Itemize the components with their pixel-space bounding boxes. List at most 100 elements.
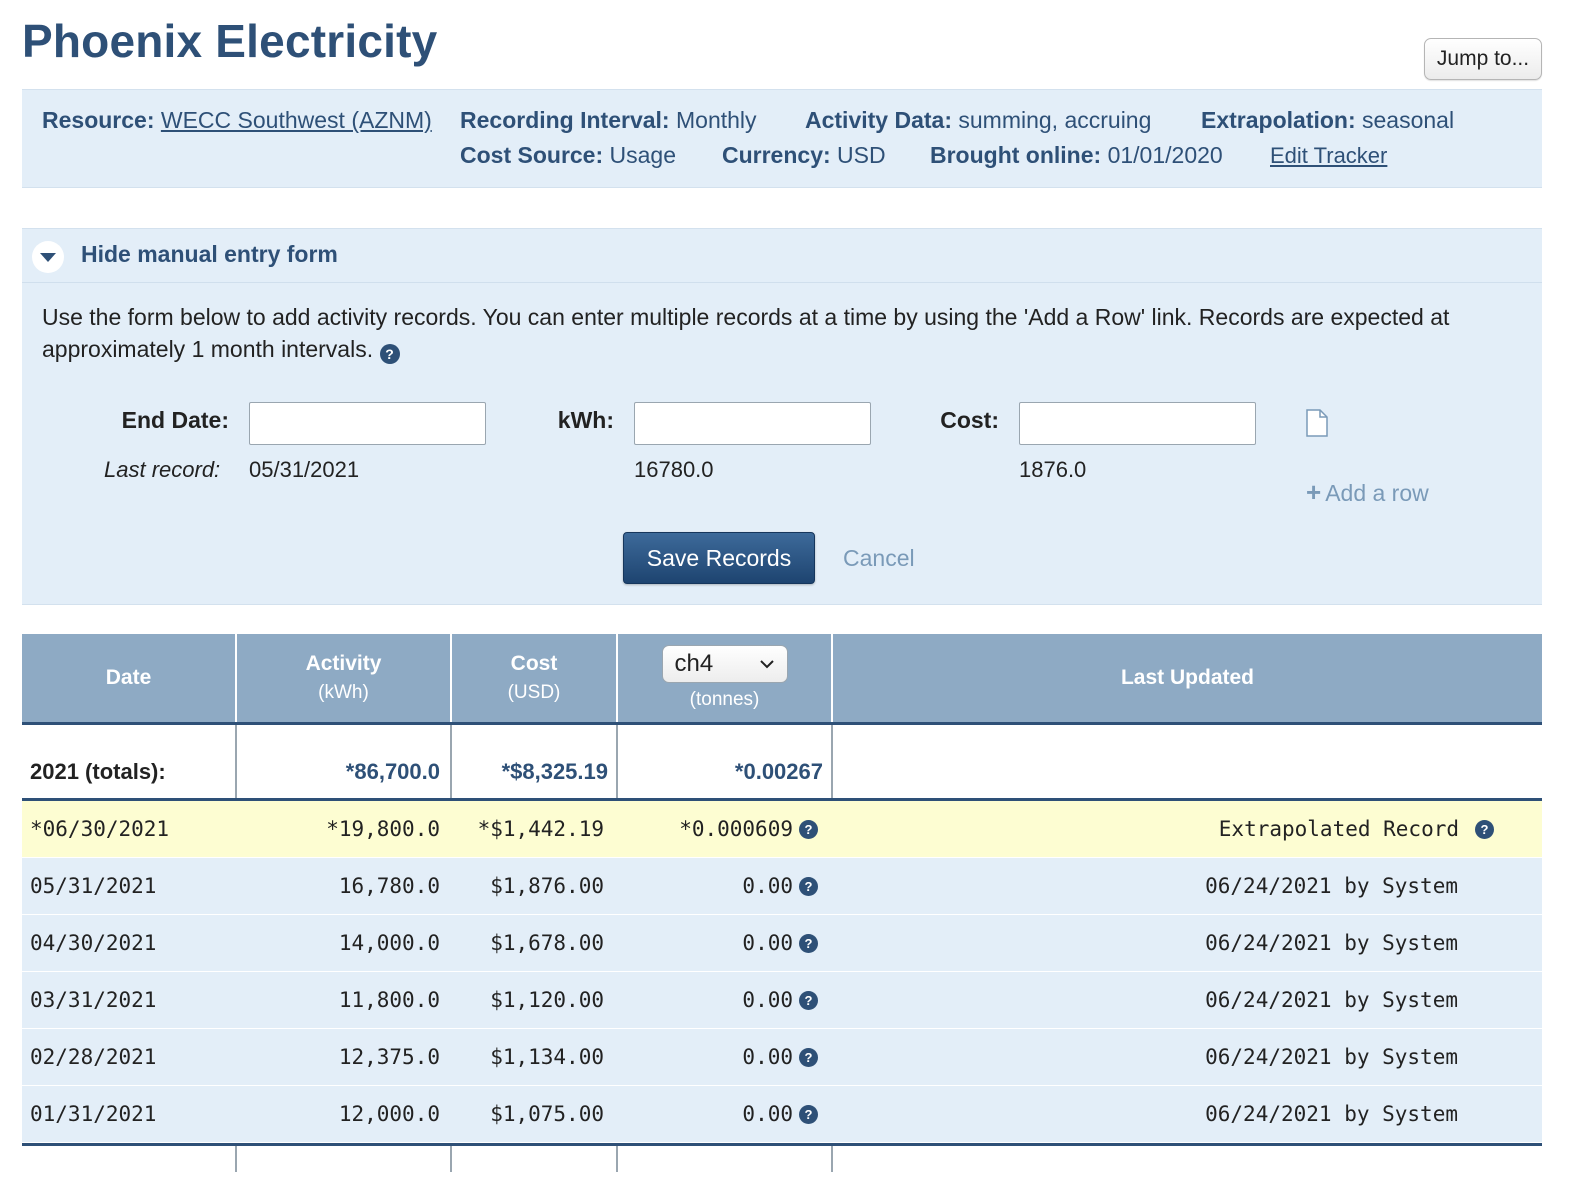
question-circle-icon[interactable]: ? — [799, 819, 818, 839]
meta-cost-source: Cost Source: Usage — [460, 142, 676, 169]
row-activity: 12,375.0 — [338, 1045, 440, 1069]
last-record-cost: 1876.0 — [1019, 457, 1087, 482]
row-gas: 0.00? — [742, 915, 818, 971]
caret-down-icon[interactable] — [32, 241, 64, 273]
cost-input[interactable] — [1019, 402, 1256, 445]
meta-interval-value: Monthly — [676, 107, 757, 133]
row-gas: *0.000609? — [679, 801, 818, 857]
row-gas-value: 0.00 — [742, 1045, 793, 1069]
row-cost: $1,120.00 — [490, 988, 604, 1012]
kwh-label: kWh: — [557, 407, 614, 433]
totals-gas: *0.00267 — [734, 759, 823, 784]
jump-to-button[interactable]: Jump to... — [1424, 38, 1542, 80]
meta-extrapolation: Extrapolation: seasonal — [1201, 107, 1454, 134]
meta-currency-value: USD — [837, 142, 886, 168]
resource-link[interactable]: WECC Southwest (AZNM) — [161, 107, 432, 133]
meta-currency: Currency: USD — [722, 142, 886, 169]
row-updated: 06/24/2021 by System — [1205, 931, 1458, 955]
table-row[interactable]: *06/30/2021 *19,800.0 *$1,442.19 *0.0006… — [22, 801, 1542, 858]
row-activity: 16,780.0 — [338, 874, 440, 898]
row-cost: $1,876.00 — [490, 874, 604, 898]
add-row-label: Add a row — [1325, 480, 1429, 506]
col-gas: ch4 (tonnes) — [618, 634, 831, 722]
table-row[interactable]: 02/28/2021 12,375.0 $1,134.00 0.00? 06/2… — [22, 1029, 1542, 1086]
table-row[interactable]: 05/31/2021 16,780.0 $1,876.00 0.00? 06/2… — [22, 858, 1542, 915]
question-circle-icon[interactable]: ? — [379, 344, 400, 364]
row-gas: 0.00? — [742, 1029, 818, 1085]
question-circle-icon[interactable]: ? — [1475, 819, 1494, 839]
meta-extrapolation-value: seasonal — [1362, 107, 1455, 133]
hide-entry-form-link[interactable]: Hide manual entry form — [81, 241, 338, 268]
col-divider — [616, 1146, 618, 1172]
cancel-link[interactable]: Cancel — [843, 545, 915, 572]
edit-tracker-link[interactable]: Edit Tracker — [1270, 143, 1387, 168]
save-records-button[interactable]: Save Records — [623, 532, 815, 584]
meta-online: Brought online: 01/01/2020 — [930, 142, 1223, 169]
totals-label: 2021 (totals): — [30, 759, 166, 784]
row-gas-value: 0.00 — [742, 1102, 793, 1126]
row-activity: 12,000.0 — [338, 1102, 440, 1126]
row-gas: 0.00? — [742, 858, 818, 914]
last-record-label: Last record: — [104, 457, 221, 482]
entry-description-text: Use the form below to add activity recor… — [42, 304, 1450, 362]
add-row-link[interactable]: + Add a row — [1306, 477, 1429, 508]
col-divider — [235, 634, 237, 722]
meta-activity-value: summing, accruing — [958, 107, 1152, 133]
row-activity: 14,000.0 — [338, 931, 440, 955]
cost-label: Cost: — [940, 407, 999, 433]
totals-row: 2021 (totals): *86,700.0 *$8,325.19 *0.0… — [22, 725, 1542, 801]
row-date: 03/31/2021 — [30, 988, 157, 1012]
row-updated: 06/24/2021 by System — [1205, 1102, 1458, 1126]
meta-currency-label: Currency: — [722, 142, 831, 168]
col-last-updated: Last Updated — [833, 634, 1542, 722]
meta-online-value: 01/01/2020 — [1107, 142, 1223, 168]
col-cost-unit: (USD) — [507, 682, 561, 703]
row-date: 04/30/2021 — [30, 931, 157, 955]
row-cost: $1,075.00 — [490, 1102, 604, 1126]
table-row[interactable]: 03/31/2021 11,800.0 $1,120.00 0.00? 06/2… — [22, 972, 1542, 1029]
col-last-updated-label: Last Updated — [1120, 666, 1254, 689]
meta-extrapolation-label: Extrapolation: — [1201, 107, 1356, 133]
meta-cost-source-label: Cost Source: — [460, 142, 604, 168]
col-activity-label: Activity — [305, 652, 382, 675]
col-gas-unit: (tonnes) — [689, 689, 760, 710]
document-icon[interactable] — [1305, 409, 1329, 442]
table-row[interactable]: 04/30/2021 14,000.0 $1,678.00 0.00? 06/2… — [22, 915, 1542, 972]
col-divider — [616, 634, 618, 722]
col-divider — [831, 634, 833, 722]
question-circle-icon[interactable]: ? — [799, 933, 818, 953]
row-gas-value: *0.000609 — [679, 817, 793, 841]
col-divider — [450, 725, 452, 798]
page-title: Phoenix Electricity — [22, 15, 438, 67]
row-updated: Extrapolated Record? — [1219, 801, 1494, 857]
question-circle-icon[interactable]: ? — [799, 990, 818, 1010]
row-updated: 06/24/2021 by System — [1205, 874, 1458, 898]
col-divider — [235, 1146, 237, 1172]
gas-select-value: ch4 — [674, 650, 714, 677]
col-cost-label: Cost — [510, 652, 558, 675]
row-updated: 06/24/2021 by System — [1205, 988, 1458, 1012]
question-circle-icon[interactable]: ? — [799, 876, 818, 896]
question-circle-icon[interactable]: ? — [799, 1104, 818, 1124]
tracker-meta-panel: Resource: WECC Southwest (AZNM) Recordin… — [22, 89, 1542, 188]
row-gas-value: 0.00 — [742, 931, 793, 955]
meta-activity-label: Activity Data: — [805, 107, 952, 133]
meta-interval-label: Recording Interval: — [460, 107, 670, 133]
manual-entry-panel: Hide manual entry form Use the form belo… — [22, 228, 1542, 605]
meta-online-label: Brought online: — [930, 142, 1102, 168]
col-date-label: Date — [105, 666, 152, 689]
question-circle-icon[interactable]: ? — [799, 1047, 818, 1067]
totals-activity: *86,700.0 — [345, 759, 440, 784]
col-date: Date — [22, 634, 235, 722]
end-date-input[interactable] — [249, 402, 486, 445]
col-divider — [450, 1146, 452, 1172]
col-activity-unit: (kWh) — [318, 682, 369, 703]
table-row[interactable]: 01/31/2021 12,000.0 $1,075.00 0.00? 06/2… — [22, 1086, 1542, 1143]
kwh-input[interactable] — [634, 402, 871, 445]
last-record-date: 05/31/2021 — [249, 457, 360, 482]
totals-cost: *$8,325.19 — [501, 759, 608, 784]
gas-select[interactable]: ch4 — [661, 645, 788, 683]
entry-toggle[interactable]: Hide manual entry form — [22, 229, 1542, 283]
entry-description: Use the form below to add activity recor… — [42, 301, 1522, 365]
last-record-kwh: 16780.0 — [634, 457, 714, 482]
